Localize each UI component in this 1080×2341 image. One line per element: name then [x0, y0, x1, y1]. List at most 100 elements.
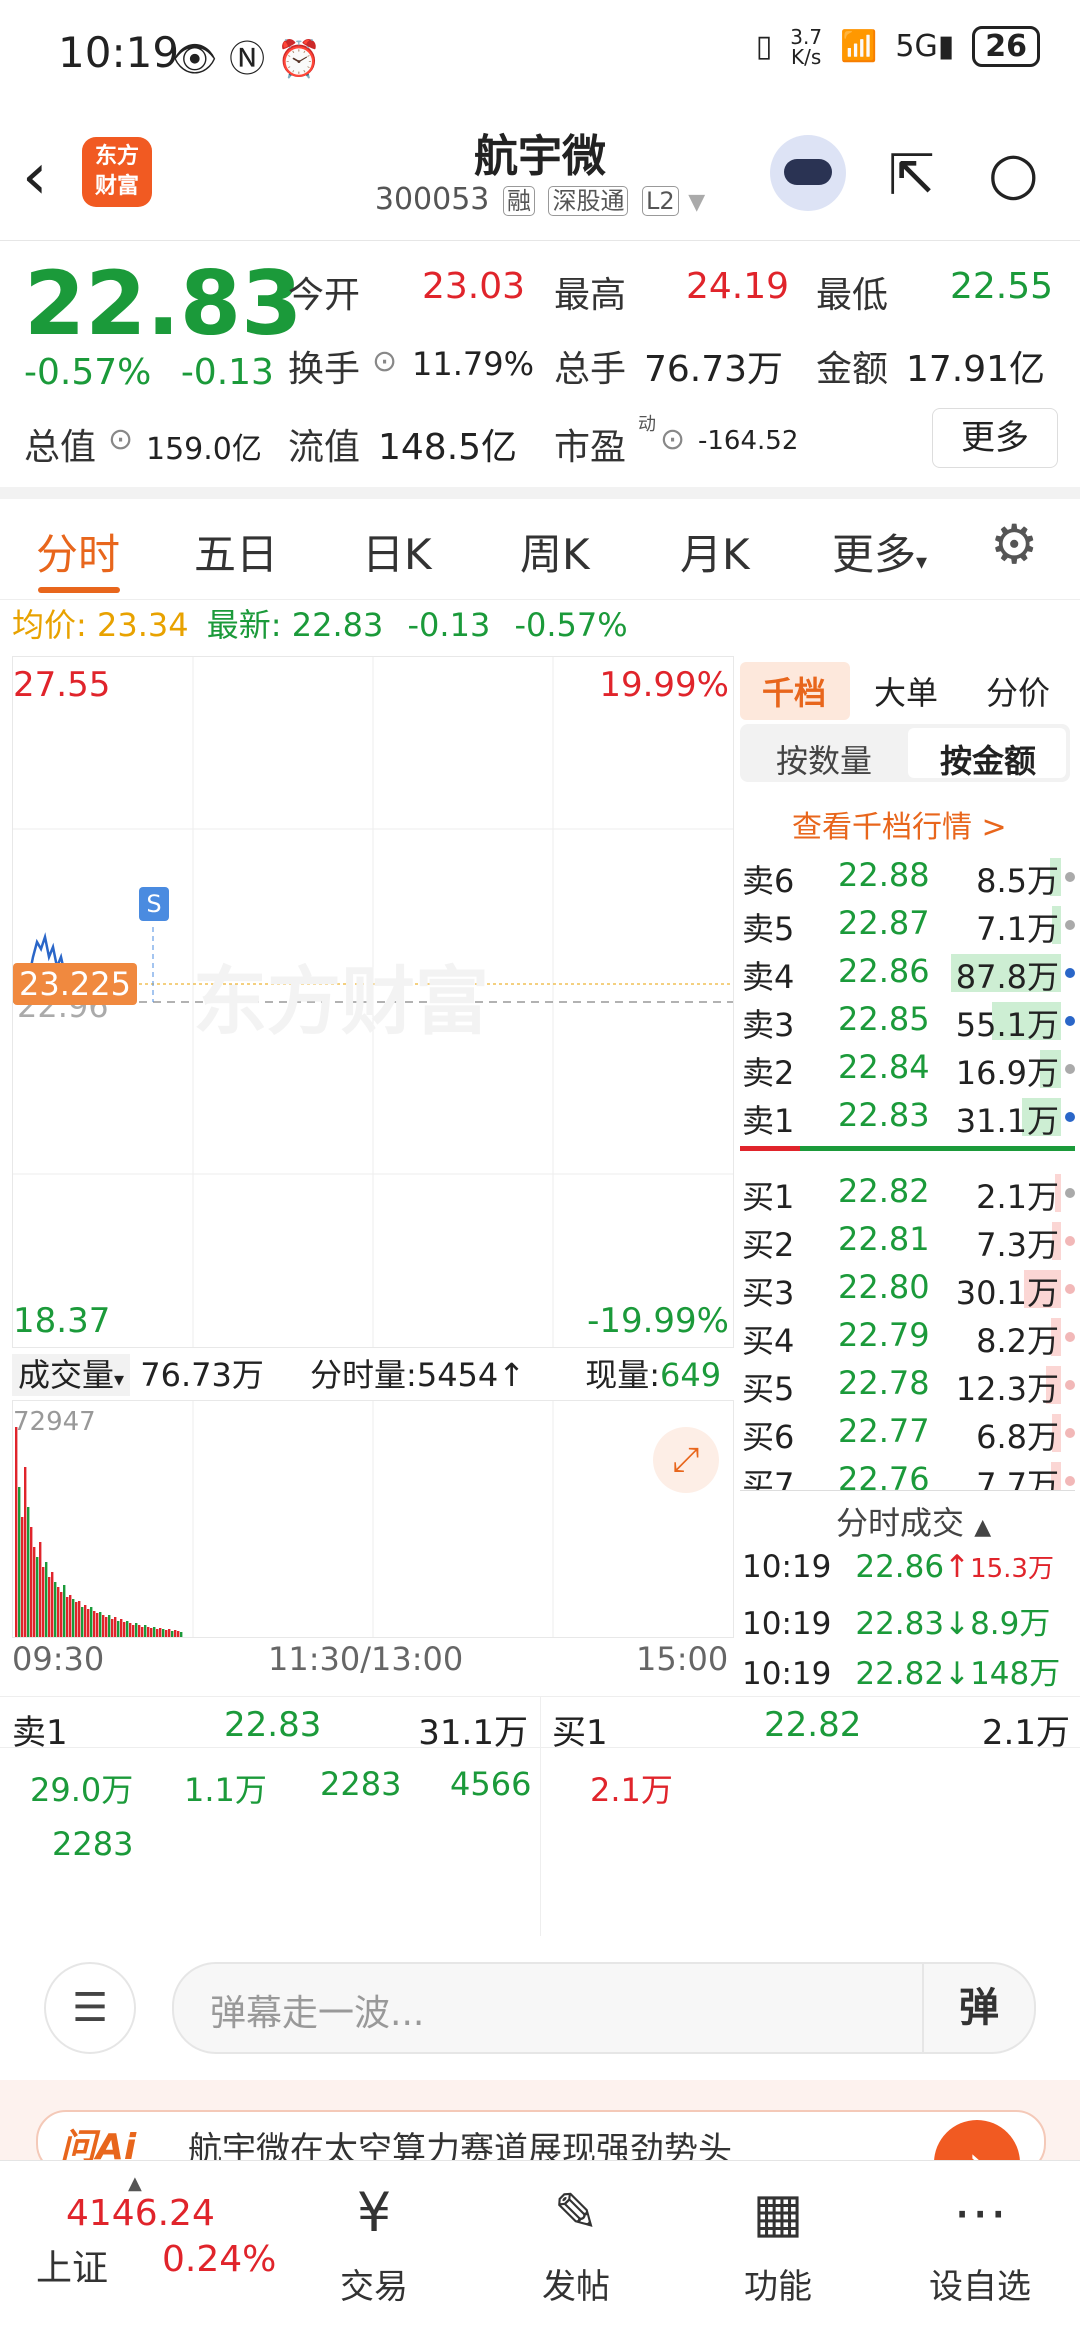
tab-weekly-k[interactable]: 周K [520, 521, 590, 582]
nav-add-watchlist[interactable]: ⋯ 设自选 [920, 2181, 1040, 2308]
bid-row[interactable]: 买7 22.76 7.7万 [740, 1456, 1075, 1490]
mcap-value: 159.0亿 [146, 432, 262, 467]
level-volume: 31.1万 [955, 1102, 1059, 1140]
volume-bar [150, 1628, 153, 1637]
bid-row[interactable]: 买2 22.81 7.3万 [740, 1216, 1075, 1264]
volume-bar [102, 1615, 105, 1637]
tab-five-day[interactable]: 五日 [194, 521, 278, 582]
net-speed: 3.7 K/s [790, 24, 823, 69]
chart-top-price: 27.55 [13, 665, 111, 705]
volume-bar [96, 1613, 99, 1637]
ai-robot-icon[interactable] [770, 135, 846, 211]
chart-bottom-price: 18.37 [13, 1301, 111, 1341]
chart-top-pct: 19.99% [599, 665, 729, 705]
ask-row[interactable]: 卖3 22.85 55.1万 [740, 996, 1075, 1044]
chevron-down-icon[interactable]: ▼ [688, 190, 705, 215]
seg-by-amount[interactable]: 按金额 [940, 736, 1036, 782]
status-bar: 10:19 👁 Ⓝ ⏰ ▯ 3.7 K/s 📶 5G▮ 26 [0, 0, 1080, 105]
volume-bar [168, 1629, 171, 1637]
index-pct[interactable]: 0.24% [162, 2239, 276, 2280]
volume-bar [33, 1547, 36, 1637]
now-label: 现量: [585, 1356, 661, 1394]
gear-icon[interactable]: ⚙ [990, 513, 1038, 576]
float-label: 流值 [288, 427, 361, 468]
ask-row[interactable]: 卖1 22.83 31.1万 [740, 1092, 1075, 1140]
level-label: 卖2 [742, 1054, 795, 1092]
tab-daily-k[interactable]: 日K [362, 521, 432, 582]
info-icon[interactable]: ⊙ [372, 344, 397, 379]
index-value[interactable]: 4146.24 [66, 2193, 215, 2234]
nav-functions[interactable]: ▦ 功能 [718, 2181, 838, 2308]
nav-post[interactable]: ✎ 发帖 [516, 2181, 636, 2308]
level-dot [1065, 872, 1075, 882]
danmu-toggle-button[interactable]: 弹 [922, 1964, 1034, 2052]
ask-row[interactable]: 卖4 22.86 87.8万 [740, 948, 1075, 996]
tab-indicator [38, 587, 120, 593]
volume-bar [84, 1605, 87, 1637]
amount-value: 17.91亿 [906, 349, 1046, 390]
ask-row[interactable]: 卖2 22.84 16.9万 [740, 1044, 1075, 1092]
bid-row[interactable]: 买5 22.78 12.3万 [740, 1360, 1075, 1408]
avg-label: 均价: [12, 606, 87, 644]
view-levels-link[interactable]: 查看千档行情 > [792, 802, 1007, 846]
ai-banner[interactable]: 问Ai 航宇微在太空算力赛道展现强劲势头 › [0, 2080, 1080, 2206]
volume-bar [60, 1592, 63, 1637]
change-value: -0.13 [180, 352, 274, 393]
sell-marker[interactable]: S [139, 887, 169, 921]
more-button[interactable]: 更多 [932, 408, 1058, 468]
volume-bar [177, 1631, 180, 1637]
level-price: 22.85 [838, 1000, 930, 1038]
trade-direction: ↓ [944, 1656, 971, 1692]
volume-value: 76.73万 [644, 349, 784, 390]
index-name[interactable]: 上证 [36, 2239, 108, 2291]
volume-chart: 72947 ⤢ [12, 1400, 734, 1638]
signal-icon: 5G▮ [895, 29, 955, 64]
tab-price-dist[interactable]: 分价 [986, 668, 1050, 714]
tab-big-order[interactable]: 大单 [874, 668, 938, 714]
period-label: 分时量: [310, 1356, 417, 1394]
bid-row[interactable]: 买1 22.82 2.1万 [740, 1168, 1075, 1216]
share-icon[interactable]: ⇱ [888, 143, 935, 208]
volume-bar [132, 1625, 135, 1637]
search-icon[interactable]: ○ [988, 139, 1039, 207]
ask-row[interactable]: 卖5 22.87 7.1万 [740, 900, 1075, 948]
yen-refresh-icon: ¥ [356, 2181, 392, 2244]
info-icon[interactable]: ⊙ [108, 422, 133, 457]
tab-intraday[interactable]: 分时 [36, 521, 120, 582]
trade-price: 22.83 [855, 1606, 945, 1642]
latest-value: 22.83 [291, 606, 384, 644]
tab-thousand-level[interactable]: 千档 [762, 668, 826, 714]
status-time: 10:19 [58, 28, 180, 77]
high-value: 24.19 [686, 266, 790, 307]
more-circle-icon: ⋯ [953, 2181, 1007, 2244]
bid-row[interactable]: 买3 22.80 30.1万 [740, 1264, 1075, 1312]
bid-row[interactable]: 买4 22.79 8.2万 [740, 1312, 1075, 1360]
volume-bar [117, 1621, 120, 1637]
level-dot [1065, 1188, 1075, 1198]
volume-bar [63, 1585, 66, 1637]
high-label: 最高 [554, 275, 627, 316]
bid-order: 2.1万 [590, 1771, 673, 1809]
bid-row[interactable]: 买6 22.77 6.8万 [740, 1408, 1075, 1456]
info-icon[interactable]: ⊙ [660, 422, 685, 457]
intraday-chart[interactable]: 东方财富 27.55 19.99% 18.37 -19.99% 22.96 23… [12, 656, 734, 1348]
stock-header: ‹ 东方 财富 航宇微 300053 融 深股通 L2 ▼ ⇱ ○ [0, 105, 1080, 241]
danmu-settings-icon[interactable]: ☰ [44, 1962, 136, 2054]
level-dot [1065, 1236, 1075, 1246]
trades-title[interactable]: 分时成交 ▲ [836, 1498, 991, 1544]
low-label: 最低 [816, 275, 889, 316]
volume-selector[interactable]: 成交量▾ [12, 1354, 131, 1396]
seg-by-count[interactable]: 按数量 [776, 736, 872, 782]
tab-monthly-k[interactable]: 月K [680, 521, 750, 582]
volume-bar [156, 1629, 159, 1637]
volume-total: 76.73万 [140, 1356, 264, 1394]
level-label: 买3 [742, 1274, 795, 1312]
wifi-icon: 📶 [840, 29, 878, 64]
open-label: 今开 [288, 275, 361, 316]
nav-trade[interactable]: ¥ 交易 [314, 2181, 434, 2308]
ask-row[interactable]: 卖6 22.88 8.5万 [740, 852, 1075, 900]
volume-bar [87, 1609, 90, 1637]
danmu-input[interactable]: 弹幕走一波... 弹 [172, 1962, 1036, 2054]
tab-more[interactable]: 更多▾ [832, 521, 927, 582]
volume-bar [171, 1631, 174, 1637]
